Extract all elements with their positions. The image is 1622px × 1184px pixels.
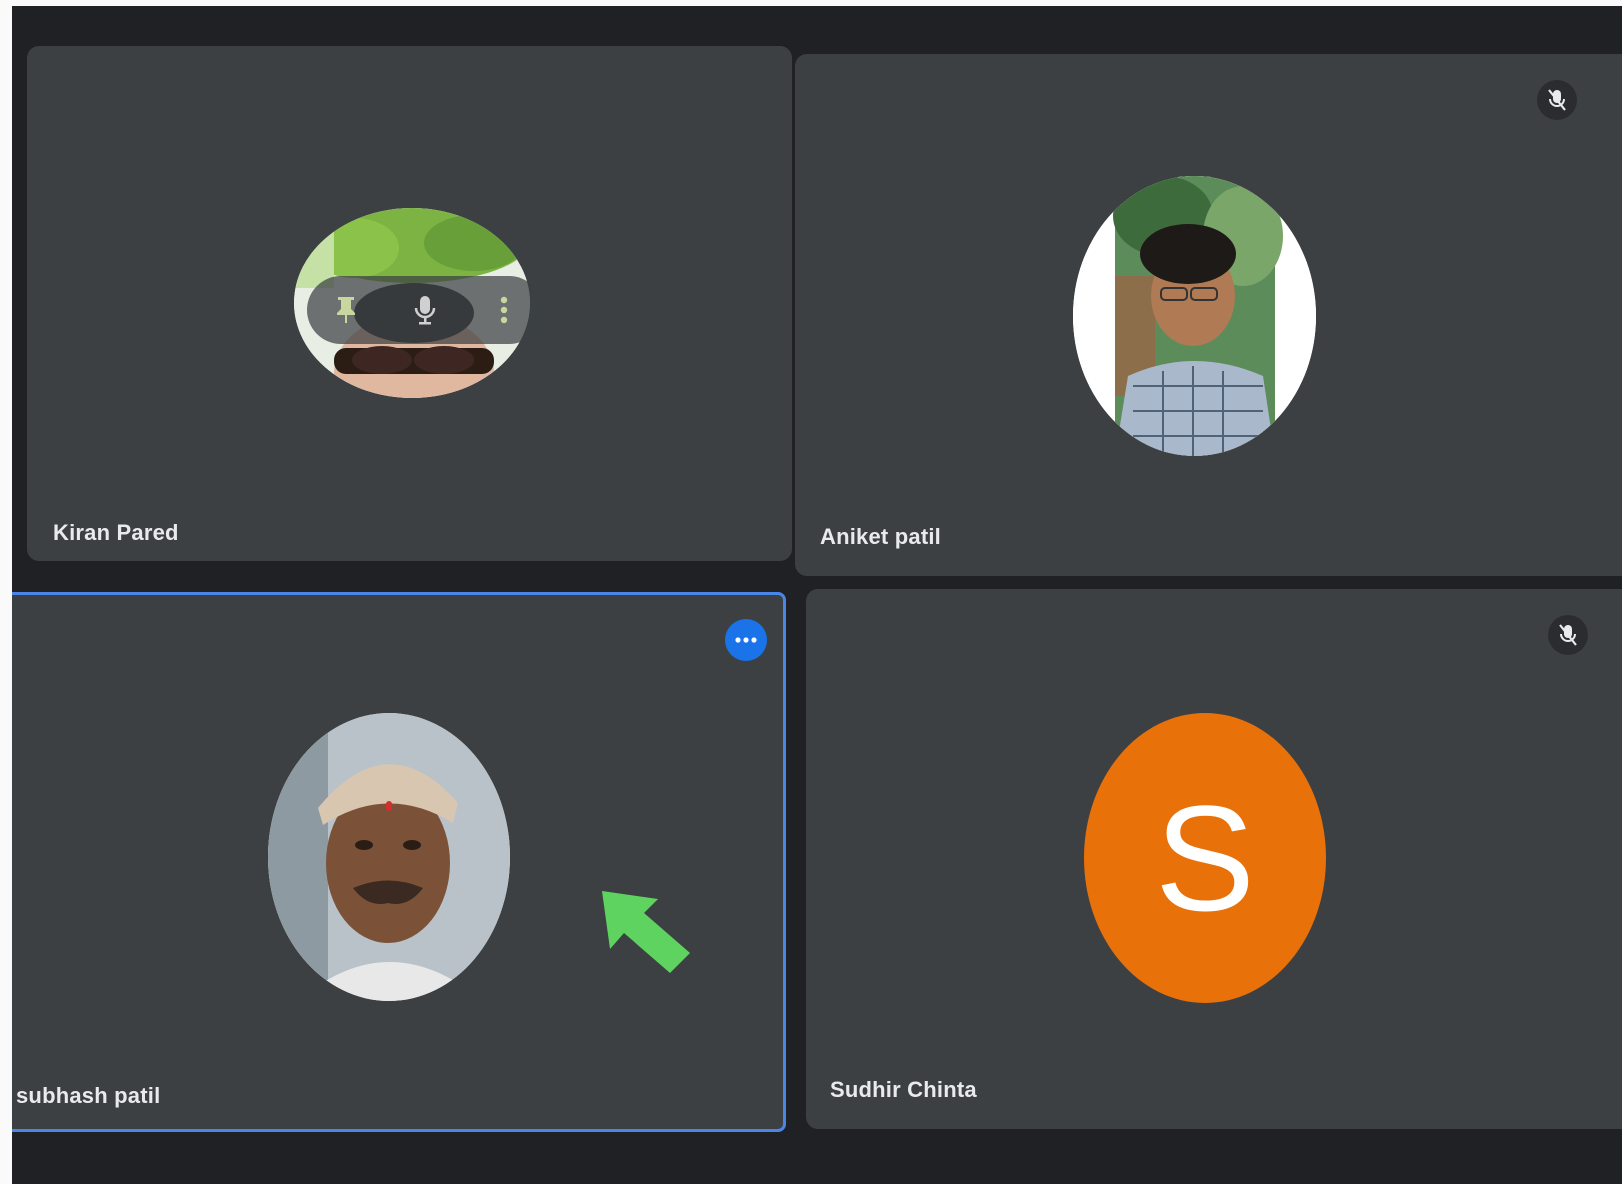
avatar-sudhir: S (1084, 713, 1326, 1003)
participant-name: subhash patil (16, 1083, 161, 1108)
mic-off-icon (1548, 615, 1588, 655)
meeting-grid: Kiran Pared Aniket patil subhash patil S… (12, 6, 1622, 1184)
participant-name: Aniket patil (820, 524, 941, 549)
participant-name: Kiran Pared (53, 520, 179, 545)
participant-tile-subhash[interactable]: subhash patil (12, 592, 786, 1132)
avatar-aniket (1073, 176, 1316, 456)
avatar-subhash (268, 713, 510, 1001)
pin-icon[interactable] (326, 290, 366, 330)
avatar-initial: S (1154, 773, 1256, 942)
arrow-annotation (602, 891, 690, 973)
participant-name: Sudhir Chinta (830, 1077, 977, 1102)
participant-tile-kiran[interactable]: Kiran Pared (27, 46, 792, 561)
participant-tile-sudhir[interactable]: S Sudhir Chinta (806, 589, 1622, 1129)
mic-icon[interactable] (405, 290, 445, 330)
mic-off-icon (1537, 80, 1577, 120)
more-horiz-icon[interactable] (725, 619, 767, 661)
participant-tile-aniket[interactable]: Aniket patil (795, 54, 1622, 576)
participant-hover-controls (307, 276, 543, 344)
more-vert-icon[interactable] (484, 290, 524, 330)
